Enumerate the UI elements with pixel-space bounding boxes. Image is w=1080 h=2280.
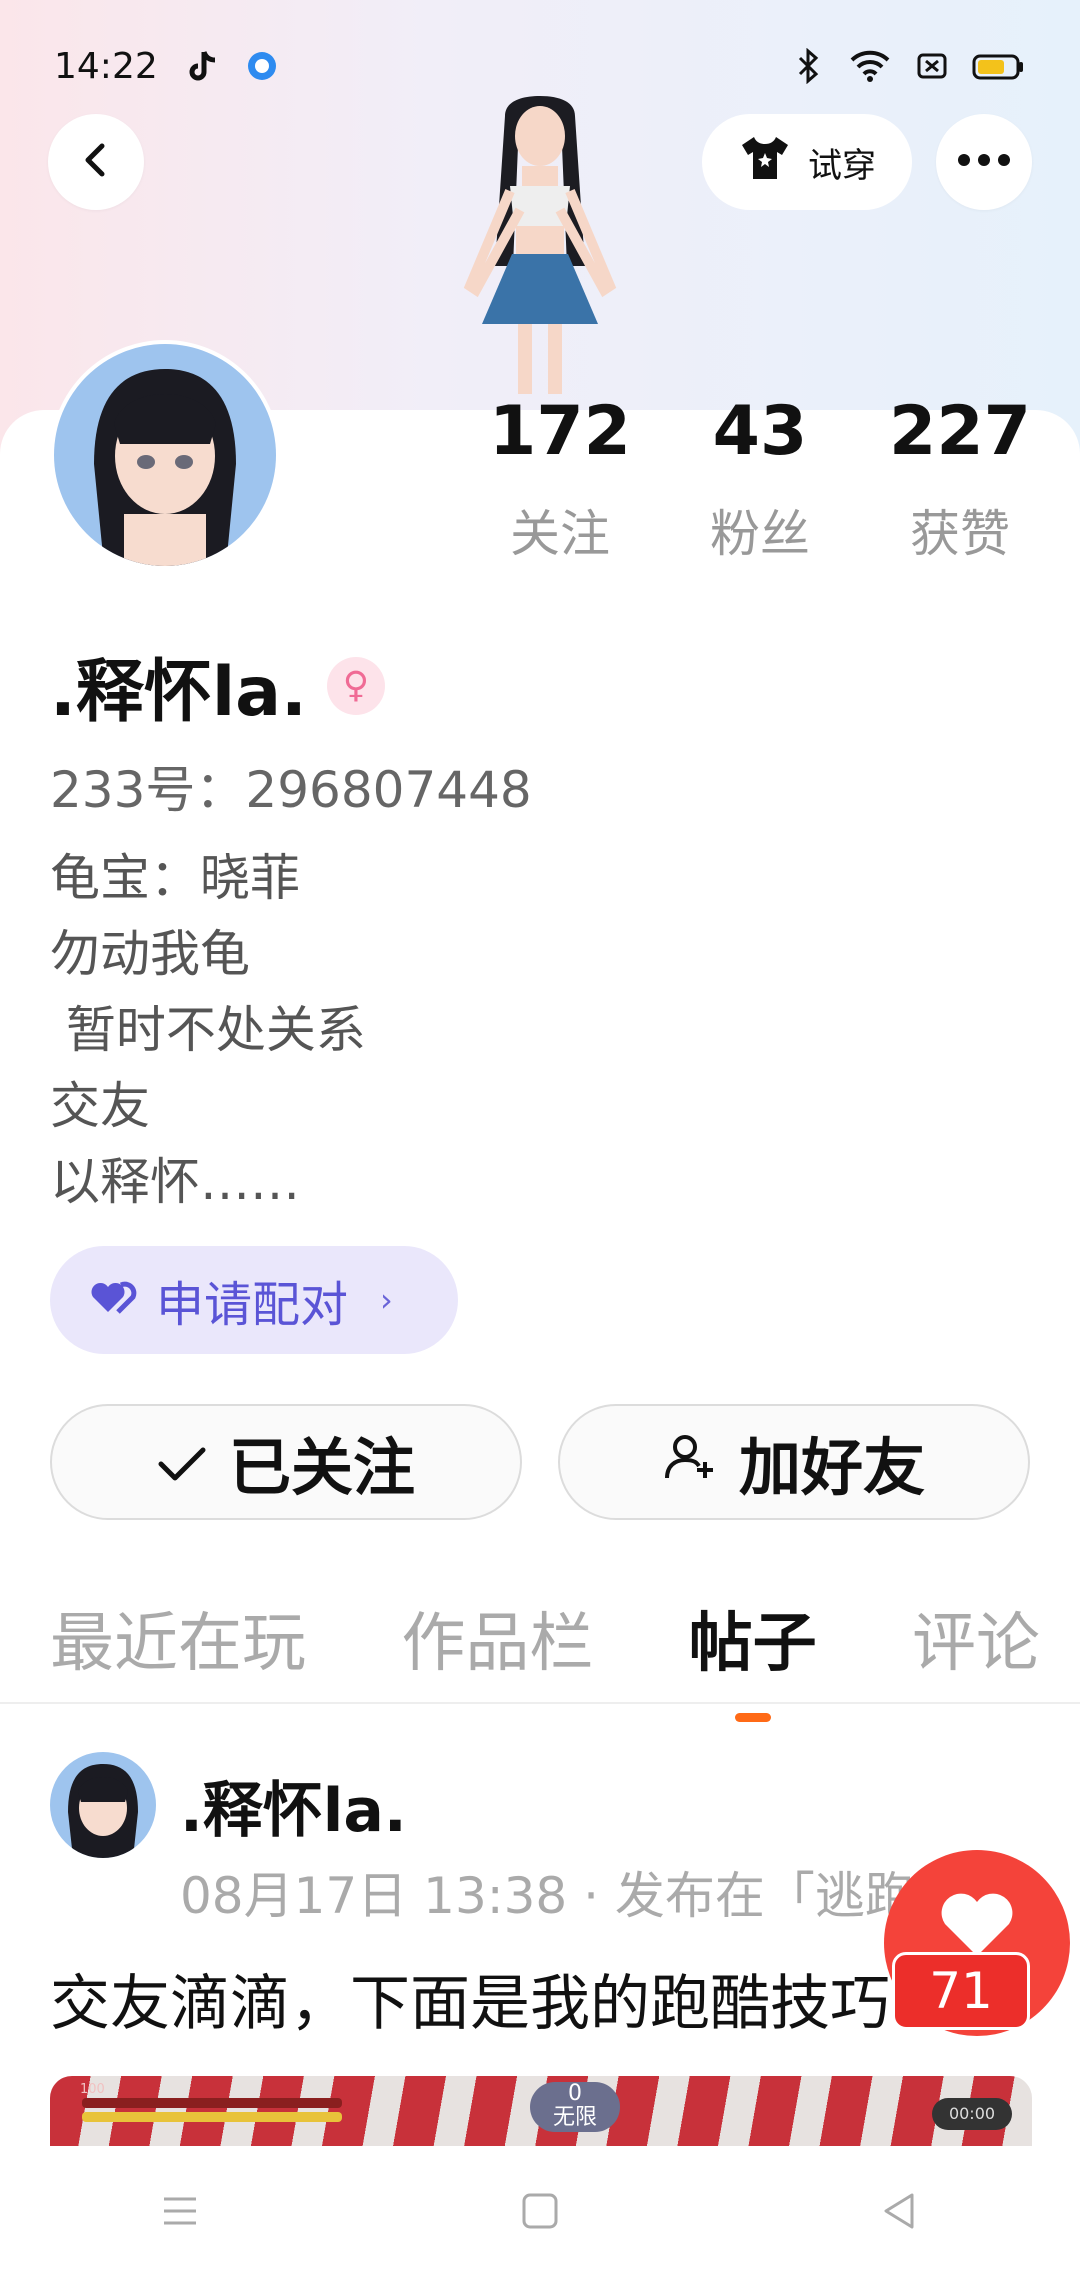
chevron-right-icon: › [380, 1281, 393, 1319]
try-on-label: 试穿 [808, 145, 876, 186]
female-gender-icon: ♀ [326, 656, 385, 715]
wifi-icon [848, 48, 892, 84]
add-friend-label: 加好友 [738, 1431, 925, 1504]
stat-fans-value: 43 [712, 392, 808, 471]
stat-following-value: 172 [489, 392, 631, 471]
sim-icon [914, 48, 950, 84]
menu-nav-button[interactable] [150, 2183, 210, 2243]
followed-label: 已关注 [228, 1431, 415, 1504]
like-count: 71 [892, 1952, 1030, 2030]
back-nav-button[interactable] [870, 2183, 930, 2243]
browser-icon [244, 48, 280, 84]
battery-icon [972, 48, 1026, 84]
game-hud-bar-yellow [82, 2112, 342, 2122]
tab-posts[interactable]: 帖子 [689, 1592, 817, 1722]
stat-likes-value: 227 [889, 392, 1031, 471]
triangle-back-icon [880, 2191, 920, 2235]
game-hud-hp: 100 [80, 2082, 105, 2097]
followed-button[interactable]: 已关注 [50, 1404, 522, 1520]
add-friend-button[interactable]: 加好友 [558, 1404, 1030, 1520]
apply-match-label: 申请配对 [156, 1277, 349, 1333]
tab-recently-played[interactable]: 最近在玩 [50, 1592, 306, 1684]
game-hud-mode: 无限 [552, 2105, 597, 2130]
avatar[interactable] [50, 340, 280, 570]
square-icon [520, 2191, 560, 2235]
profile-tabs: 最近在玩 作品栏 帖子 评论 [50, 1592, 1040, 1722]
stat-following-label: 关注 [510, 505, 610, 563]
bluetooth-icon [790, 47, 826, 85]
tab-works[interactable]: 作品栏 [401, 1592, 593, 1684]
stat-likes[interactable]: 227 获赞 [870, 398, 1050, 566]
game-hud-timer: 00:00 [932, 2098, 1012, 2130]
stat-fans-label: 粉丝 [710, 505, 810, 563]
tab-divider [0, 1702, 1080, 1704]
profile-id: 233号：296807448 [50, 761, 532, 819]
tab-comments[interactable]: 评论 [912, 1592, 1040, 1684]
more-dots-icon [956, 152, 1012, 172]
game-hud-score: 0 无限 [530, 2082, 620, 2132]
try-on-button[interactable]: 试穿 [702, 114, 912, 210]
home-nav-button[interactable] [510, 2183, 570, 2243]
more-button[interactable] [936, 114, 1032, 210]
check-icon [157, 1426, 207, 1499]
game-hud-bar-red [82, 2098, 342, 2108]
status-bar: 14:22 [54, 38, 1026, 94]
menu-icon [160, 2191, 200, 2235]
shirt-icon [738, 133, 792, 192]
post-image[interactable]: 100 0 无限 00:00 [50, 2076, 1032, 2146]
name-row: .释怀la. ♀ [50, 636, 385, 735]
game-hud-score-value: 0 [568, 2081, 582, 2106]
profile-bio: 龟宝：晓菲 勿动我龟 暂时不处关系 交友 以释怀…… [50, 849, 366, 1211]
apply-match-button[interactable]: 申请配对 › [50, 1246, 458, 1354]
profile-name: .释怀la. [50, 653, 307, 732]
stat-likes-label: 获赞 [910, 505, 1010, 563]
character-model[interactable] [430, 96, 650, 406]
heart-link-icon [88, 1272, 138, 1328]
add-user-icon [663, 1426, 717, 1499]
profile-stats: 172 关注 43 粉丝 227 获赞 [470, 398, 1050, 566]
system-nav-bar [0, 2146, 1080, 2280]
chevron-left-icon [76, 140, 116, 184]
back-button[interactable] [48, 114, 144, 210]
post-author-name[interactable]: .释怀la. [180, 1762, 407, 1849]
stat-following[interactable]: 172 关注 [470, 398, 650, 566]
tiktok-icon [186, 48, 222, 84]
stat-fans[interactable]: 43 粉丝 [670, 398, 850, 566]
post-author-avatar[interactable] [50, 1752, 156, 1858]
status-time: 14:22 [54, 45, 158, 87]
